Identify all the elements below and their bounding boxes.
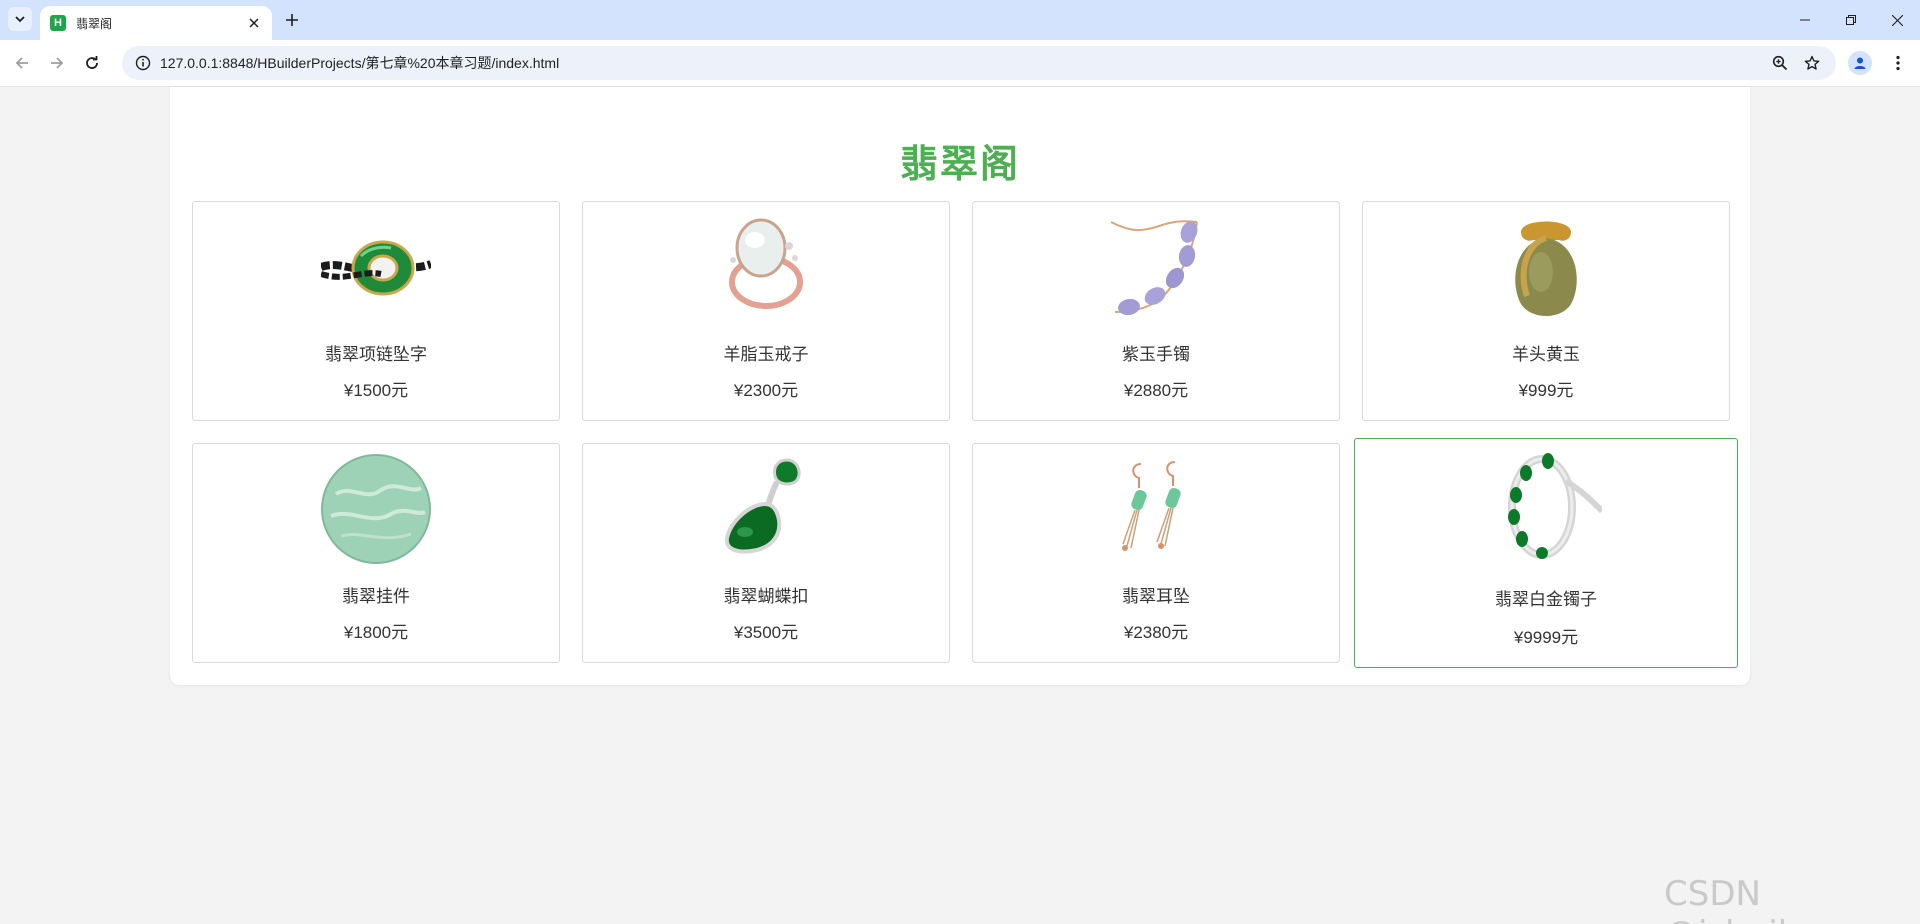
- product-name: 羊头黄玉: [1512, 345, 1580, 364]
- arrow-left-icon: [15, 57, 28, 69]
- page-viewport: 翡翠阁 翡翠项链坠字 ¥1500元 羊脂玉戒子 ¥2300元 紫玉手镯 ¥288…: [0, 87, 1920, 924]
- close-icon: [1891, 14, 1903, 26]
- url-text: 127.0.0.1:8848/HBuilderProjects/第七章%20本章…: [160, 55, 560, 71]
- restore-icon: [1846, 15, 1856, 25]
- purple-jade-bracelet-icon: [1101, 212, 1211, 322]
- tab-search-button[interactable]: [8, 7, 32, 31]
- tab-close-button[interactable]: [246, 15, 262, 31]
- arrow-right-icon: [51, 57, 64, 69]
- product-card-highlighted[interactable]: 翡翠白金镯子 ¥9999元: [1354, 438, 1738, 668]
- avatar-icon: [1854, 57, 1866, 69]
- product-name: 翡翠白金镯子: [1495, 590, 1597, 609]
- tab-title: 翡翠阁: [76, 16, 113, 31]
- product-price: ¥2380元: [1123, 623, 1189, 642]
- product-name: 翡翠挂件: [342, 587, 410, 606]
- mutton-fat-jade-ring-icon: [711, 212, 821, 322]
- browser-toolbar: 127.0.0.1:8848/HBuilderProjects/第七章%20本章…: [0, 40, 1920, 87]
- jade-ring-pendant-icon: [321, 212, 431, 322]
- browser-menu-button[interactable]: [1886, 51, 1910, 75]
- forward-button[interactable]: [45, 51, 69, 75]
- product-price: ¥2880元: [1123, 381, 1189, 400]
- product-price: ¥999元: [1518, 381, 1574, 400]
- product-card[interactable]: 紫玉手镯 ¥2880元: [972, 201, 1340, 421]
- new-tab-button[interactable]: [280, 8, 304, 32]
- yellow-jade-pendant-icon: [1491, 212, 1601, 322]
- plus-icon: [286, 14, 298, 26]
- product-name: 紫玉手镯: [1122, 345, 1190, 364]
- product-price: ¥9999元: [1513, 628, 1579, 647]
- jade-earrings-icon: [1101, 454, 1211, 564]
- product-name: 翡翠项链坠字: [325, 345, 427, 364]
- close-icon: [249, 18, 259, 28]
- site-info-button[interactable]: [126, 46, 160, 80]
- product-card[interactable]: 羊头黄玉 ¥999元: [1362, 201, 1730, 421]
- bookmark-button[interactable]: [1800, 51, 1824, 75]
- more-vertical-icon: [1896, 55, 1900, 71]
- product-panel: 翡翠阁 翡翠项链坠字 ¥1500元 羊脂玉戒子 ¥2300元 紫玉手镯 ¥288…: [170, 87, 1750, 685]
- info-icon: [135, 55, 151, 71]
- browser-tab-active[interactable]: H 翡翠阁: [40, 6, 272, 40]
- minimize-icon: [1800, 19, 1810, 21]
- address-bar[interactable]: 127.0.0.1:8848/HBuilderProjects/第七章%20本章…: [122, 46, 1836, 80]
- product-card[interactable]: 翡翠挂件 ¥1800元: [192, 443, 560, 663]
- jade-butterfly-pendant-icon: [711, 454, 821, 564]
- page-title: 翡翠阁: [899, 144, 1020, 186]
- back-button[interactable]: [10, 51, 34, 75]
- profile-button[interactable]: [1848, 51, 1872, 75]
- browser-tab-bar: H 翡翠阁: [0, 0, 1920, 40]
- product-price: ¥1500元: [343, 381, 409, 400]
- hbuilder-favicon-icon: H: [50, 15, 66, 31]
- restore-button[interactable]: [1828, 0, 1874, 40]
- product-price: ¥1800元: [343, 623, 409, 642]
- jade-disc-pendant-icon: [321, 454, 431, 564]
- jade-platinum-bangle-icon: [1492, 451, 1602, 561]
- product-name: 羊脂玉戒子: [723, 345, 809, 364]
- star-icon: [1804, 55, 1820, 70]
- reload-icon: [86, 56, 98, 69]
- watermark: CSDN @isbgjbs: [1664, 874, 1817, 924]
- product-card[interactable]: 翡翠项链坠字 ¥1500元: [192, 201, 560, 421]
- window-close-button[interactable]: [1874, 0, 1920, 40]
- reload-button[interactable]: [80, 51, 104, 75]
- zoom-button[interactable]: [1768, 51, 1792, 75]
- product-price: ¥2300元: [733, 381, 799, 400]
- product-price: ¥3500元: [733, 623, 799, 642]
- product-name: 翡翠蝴蝶扣: [723, 587, 809, 606]
- product-name: 翡翠耳坠: [1122, 587, 1190, 606]
- chevron-down-icon: [15, 16, 25, 23]
- product-card[interactable]: 羊脂玉戒子 ¥2300元: [582, 201, 950, 421]
- product-card[interactable]: 翡翠耳坠 ¥2380元: [972, 443, 1340, 663]
- zoom-icon: [1772, 55, 1788, 71]
- product-card[interactable]: 翡翠蝴蝶扣 ¥3500元: [582, 443, 950, 663]
- minimize-button[interactable]: [1782, 0, 1828, 40]
